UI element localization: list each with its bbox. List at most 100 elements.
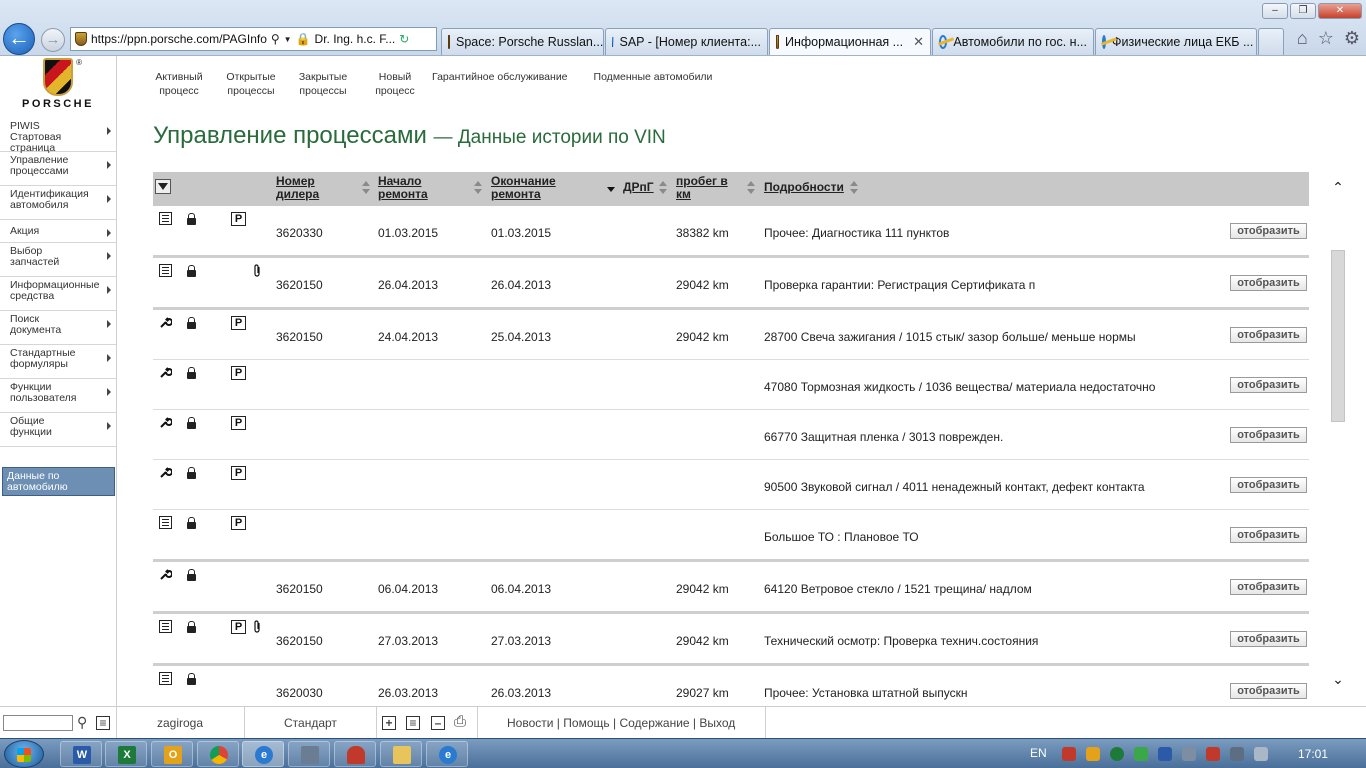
show-button[interactable]: отобразить [1230,377,1307,393]
wrench-icon[interactable] [159,466,173,479]
sidebar-item-info-media[interactable]: Информационные средства [0,277,116,311]
scroll-up-icon[interactable]: ⌃ [1331,180,1345,194]
remove-icon[interactable]: – [431,716,445,730]
tab-active-process[interactable]: Активный процесс [152,70,206,98]
sidebar-item-general-functions[interactable]: Общие функции [0,413,116,447]
table-row[interactable]: P 3620150 24.04.2013 25.04.2013 29042 km 2870… [153,310,1309,360]
show-button[interactable]: отобразить [1230,477,1307,493]
document-icon[interactable] [159,516,172,529]
browser-tab[interactable]: SAP - [Номер клиента:... [605,28,768,55]
sort-icon[interactable] [850,181,858,195]
tray-network-icon[interactable] [1158,747,1172,761]
table-row[interactable]: P 66770 Защитная пленка / 3013 поврежден.… [153,410,1309,460]
table-row[interactable]: 3620030 26.03.2013 26.03.2013 29027 km Проче… [153,666,1309,705]
tray-traffic-icon[interactable] [1062,747,1076,761]
taskbar-word[interactable]: W [60,741,102,767]
browser-tab[interactable]: Автомобили по гос. н... [932,28,1094,55]
favorites-star-icon[interactable]: ☆ [1318,28,1334,49]
sort-desc-icon[interactable] [607,181,615,195]
scroll-thumb[interactable] [1331,250,1345,422]
sort-icon[interactable] [362,181,370,195]
table-row[interactable]: 3620150 26.04.2013 26.04.2013 29042 km Прове… [153,258,1309,310]
sidebar-item-vehicle-identification[interactable]: Идентификация автомобиля [0,186,116,220]
paperclip-icon[interactable] [251,620,264,633]
taskbar-chrome[interactable] [197,741,239,767]
parking-p-icon[interactable]: P [231,516,246,530]
table-row[interactable]: P 90500 Звуковой сигнал / 4011 ненадежный… [153,460,1309,510]
restore-button[interactable]: ❐ [1290,3,1316,19]
help-link[interactable]: Помощь [563,716,609,730]
sidebar-item-parts-selection[interactable]: Выбор запчастей [0,243,116,277]
paperclip-icon[interactable] [251,264,264,277]
tray-update-icon[interactable] [1134,747,1148,761]
document-icon[interactable] [159,264,172,277]
tray-monitor-icon[interactable] [1230,747,1244,761]
back-button[interactable]: ← [3,23,35,55]
taskbar-excel[interactable]: X [105,741,147,767]
list-icon[interactable]: ≡ [406,716,420,730]
tab-new-process[interactable]: Новый процесс [368,70,422,98]
show-button[interactable]: отобразить [1230,579,1307,595]
tab-open-processes[interactable]: Открытые процессы [224,70,278,98]
search-icon[interactable]: ⚲ [77,714,87,731]
tray-app-icon[interactable] [1206,747,1220,761]
search-icon[interactable]: ⚲ [271,32,280,46]
document-icon[interactable] [159,672,172,685]
parking-p-icon[interactable]: P [231,316,246,330]
close-tab-icon[interactable]: ✕ [913,34,924,50]
taskbar-car-app[interactable] [334,741,376,767]
taskbar-app[interactable] [288,741,330,767]
minimize-button[interactable]: – [1262,3,1288,19]
start-button[interactable] [4,740,44,768]
header-details[interactable]: Подробности [764,181,844,194]
taskbar-outlook[interactable]: O [151,741,193,767]
menu-icon[interactable]: ≡ [96,716,110,730]
address-bar[interactable]: https://ppn.porsche.com/PAGInfo ⚲ ▼ 🔒 Dr… [70,27,437,51]
forward-button[interactable]: → [41,28,65,52]
porsche-logo[interactable]: ® PORSCHE [6,56,110,114]
document-icon[interactable] [159,212,172,225]
tray-outlook-icon[interactable] [1086,747,1100,761]
table-row[interactable]: P 3620330 01.03.2015 01.03.2015 38382 km Проч… [153,206,1309,258]
taskbar-clock[interactable]: 17:01 [1298,747,1328,761]
new-tab-button[interactable] [1258,28,1284,55]
logout-link[interactable]: Выход [699,716,735,730]
mode-label[interactable]: Стандарт [284,716,337,730]
show-button[interactable]: отобразить [1230,275,1307,291]
parking-p-icon[interactable]: P [231,620,246,634]
sidebar-item-piwis[interactable]: PIWIS Стартовая страница [0,118,116,154]
browser-tab[interactable]: Space: Porsche Russlan... [441,28,604,55]
refresh-icon[interactable]: ↻ [399,32,409,46]
show-button[interactable]: отобразить [1230,327,1307,343]
tray-volume-muted-icon[interactable] [1254,747,1268,761]
browser-tab-active[interactable]: Информационная ... ✕ [769,28,931,55]
print-icon[interactable]: ⎙ [454,713,466,730]
sidebar-item-vehicle-data-active[interactable]: Данные по автомобилю [2,467,115,496]
contents-link[interactable]: Содержание [619,716,689,730]
sidebar-item-document-search[interactable]: Поиск документа [0,311,116,345]
wrench-icon[interactable] [159,416,173,429]
document-icon[interactable] [159,620,172,633]
show-button[interactable]: отобразить [1230,683,1307,699]
sort-icon[interactable] [474,181,482,195]
table-row[interactable]: P Большое ТО : Плановое ТО отобразить [153,510,1309,562]
tab-warranty-service[interactable]: Гарантийное обслуживание [432,70,568,98]
vertical-scrollbar[interactable]: ⌃ ⌄ [1330,172,1346,692]
keyboard-language[interactable]: EN [1030,746,1047,760]
settings-gear-icon[interactable]: ⚙ [1344,28,1360,49]
tray-device-icon[interactable] [1182,747,1196,761]
taskbar-explorer[interactable] [380,741,422,767]
add-icon[interactable]: + [382,716,396,730]
header-dealer[interactable]: Номер дилера [276,175,319,201]
show-button[interactable]: отобразить [1230,527,1307,543]
table-row[interactable]: P 3620150 27.03.2013 27.03.2013 29042 km Техн… [153,614,1309,666]
news-link[interactable]: Новости [507,716,553,730]
table-row[interactable]: P 47080 Тормозная жидкость / 1036 веществ… [153,360,1309,410]
header-repair-end[interactable]: Окончание ремонта [491,175,556,201]
parking-p-icon[interactable]: P [231,212,246,226]
sidebar-item-campaign[interactable]: Акция [0,220,116,243]
filter-icon[interactable] [155,179,171,194]
quick-search-input[interactable] [3,715,73,731]
browser-tab[interactable]: Физические лица ЕКБ ... [1095,28,1257,55]
sort-icon[interactable] [747,181,755,195]
